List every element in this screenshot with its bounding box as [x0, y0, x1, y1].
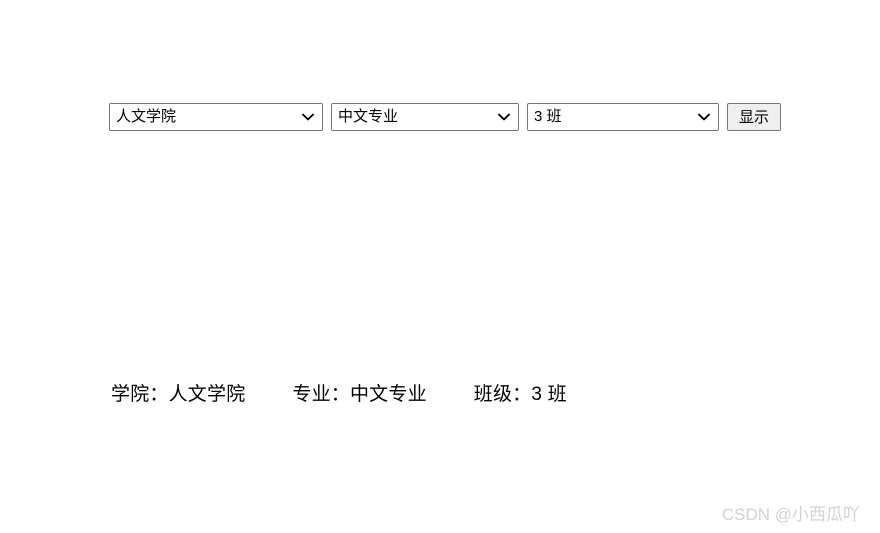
class-select[interactable]: 3 班 [527, 103, 719, 131]
result-class: 班级：3 班 [473, 384, 567, 405]
display-button[interactable]: 显示 [727, 103, 781, 131]
college-select-wrapper: 人文学院 [109, 103, 323, 131]
csdn-watermark: CSDN @小西瓜吖 [721, 505, 860, 524]
major-select[interactable]: 中文专业 [331, 103, 519, 131]
class-select-wrapper: 3 班 [527, 103, 719, 131]
selection-result: 学院：人文学院 专业：中文专业 班级：3 班 [111, 381, 567, 409]
major-select-wrapper: 中文专业 [331, 103, 519, 131]
result-college: 学院：人文学院 [111, 384, 246, 405]
result-major: 专业：中文专业 [292, 384, 427, 405]
college-select[interactable]: 人文学院 [109, 103, 323, 131]
selector-row: 人文学院 中文专业 3 班 显示 [109, 103, 781, 131]
